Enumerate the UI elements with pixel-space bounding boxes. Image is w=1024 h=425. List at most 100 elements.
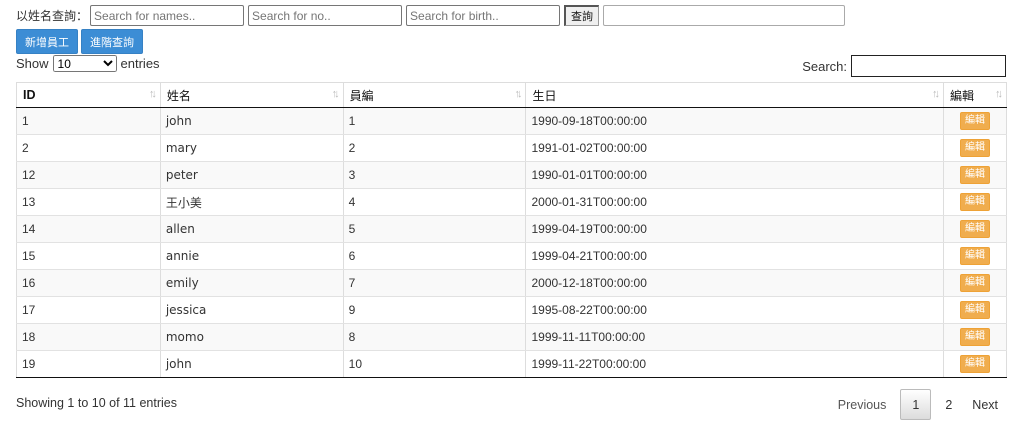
table-row: 1 john 1 1990-09-18T00:00:00 編輯 — [16, 107, 1007, 135]
cell-no: 3 — [343, 161, 527, 189]
sort-both-icon: ↑↓ — [932, 88, 940, 100]
edit-button[interactable]: 編輯 — [960, 139, 991, 157]
table-row: 16 emily 7 2000-12-18T00:00:00 編輯 — [16, 269, 1007, 297]
col-header-name[interactable]: 姓名 ↑↓ — [160, 82, 344, 108]
cell-name: momo — [160, 323, 344, 351]
cell-name: jessica — [160, 296, 344, 324]
pagination-page-1[interactable]: 1 — [900, 389, 932, 420]
cell-edit: 編輯 — [943, 134, 1007, 162]
edit-button[interactable]: 編輯 — [960, 193, 991, 211]
cell-no: 4 — [343, 188, 527, 216]
cell-id: 2 — [16, 134, 161, 162]
birth-search-input[interactable] — [406, 5, 561, 26]
action-bar: 新增員工 進階查詢 — [16, 29, 146, 54]
cell-id: 12 — [16, 161, 161, 189]
table-body: 1 john 1 1990-09-18T00:00:00 編輯 2 mary 2 1991-0… — [16, 107, 1007, 378]
col-header-birth[interactable]: 生日 ↑↓ — [525, 82, 945, 108]
table-row: 18 momo 8 1999-11-11T00:00:00 編輯 — [16, 323, 1007, 351]
cell-id: 16 — [16, 269, 161, 297]
cell-birth: 1991-01-02T00:00:00 — [525, 134, 945, 162]
sort-both-icon: ↑↓ — [148, 88, 157, 100]
cell-edit: 編輯 — [943, 350, 1007, 378]
table-search-input[interactable] — [851, 55, 1006, 77]
cell-name: john — [160, 350, 344, 378]
table-header-row: ID ↑↓ 姓名 ↑↓ 員編 ↑↓ 生日 ↑↓ 編輯 ↑↓ — [16, 82, 1007, 108]
cell-edit: 編輯 — [943, 296, 1007, 324]
table-row: 17 jessica 9 1995-08-22T00:00:00 編輯 — [16, 296, 1007, 324]
cell-no: 7 — [343, 269, 527, 297]
pagination-page-2[interactable]: 2 — [935, 389, 962, 420]
show-label: Show — [16, 56, 49, 71]
advanced-query-button[interactable]: 進階查詢 — [81, 29, 143, 54]
cell-id: 18 — [16, 323, 161, 351]
cell-birth: 1999-04-19T00:00:00 — [525, 215, 945, 243]
cell-name: emily — [160, 269, 344, 297]
cell-edit: 編輯 — [943, 161, 1007, 189]
sort-both-icon: ↑↓ — [331, 88, 340, 100]
cell-name: 王小美 — [160, 188, 344, 216]
cell-id: 19 — [16, 350, 161, 378]
cell-birth: 2000-12-18T00:00:00 — [525, 269, 945, 297]
edit-button[interactable]: 編輯 — [960, 220, 991, 238]
edit-button[interactable]: 編輯 — [960, 301, 991, 319]
cell-no: 6 — [343, 242, 527, 270]
cell-birth: 1999-04-21T00:00:00 — [525, 242, 945, 270]
employee-table: ID ↑↓ 姓名 ↑↓ 員編 ↑↓ 生日 ↑↓ 編輯 ↑↓ 1 john 1 1990-09-1… — [16, 82, 1007, 378]
col-header-id[interactable]: ID ↑↓ — [16, 82, 161, 108]
edit-button[interactable]: 編輯 — [960, 274, 991, 292]
col-header-no[interactable]: 員編 ↑↓ — [343, 82, 527, 108]
cell-no: 1 — [343, 107, 527, 135]
filter-bar: 以姓名查詢： 查詢 — [16, 5, 849, 26]
edit-button[interactable]: 編輯 — [960, 355, 991, 373]
cell-no: 9 — [343, 296, 527, 324]
pagination-next[interactable]: Next — [962, 389, 1008, 420]
cell-id: 13 — [16, 188, 161, 216]
pagination: Previous 1 2 Next — [828, 389, 1008, 420]
cell-edit: 編輯 — [943, 242, 1007, 270]
cell-name: peter — [160, 161, 344, 189]
name-search-input[interactable] — [90, 5, 245, 26]
edit-button[interactable]: 編輯 — [960, 328, 991, 346]
cell-id: 1 — [16, 107, 161, 135]
edit-button[interactable]: 編輯 — [960, 166, 991, 184]
table-row: 15 annie 6 1999-04-21T00:00:00 編輯 — [16, 242, 1007, 270]
table-row: 19 john 10 1999-11-22T00:00:00 編輯 — [16, 350, 1007, 378]
cell-no: 8 — [343, 323, 527, 351]
cell-edit: 編輯 — [943, 215, 1007, 243]
col-header-edit[interactable]: 編輯 ↑↓ — [943, 82, 1007, 108]
no-search-input[interactable] — [248, 5, 403, 26]
table-row: 2 mary 2 1991-01-02T00:00:00 編輯 — [16, 134, 1007, 162]
cell-edit: 編輯 — [943, 269, 1007, 297]
cell-birth: 1999-11-22T00:00:00 — [525, 350, 945, 378]
table-row: 13 王小美 4 2000-01-31T00:00:00 編輯 — [16, 188, 1007, 216]
page-length-select[interactable]: 10 — [52, 55, 117, 72]
table-info: Showing 1 to 10 of 11 entries — [16, 396, 177, 410]
cell-birth: 1995-08-22T00:00:00 — [525, 296, 945, 324]
length-control: Show 10 entries — [16, 55, 160, 72]
cell-birth: 1999-11-11T00:00:00 — [525, 323, 945, 351]
add-employee-button[interactable]: 新增員工 — [16, 29, 78, 54]
cell-id: 14 — [16, 215, 161, 243]
cell-name: annie — [160, 242, 344, 270]
filter-label: 以姓名查詢： — [16, 9, 89, 23]
table-row: 12 peter 3 1990-01-01T00:00:00 編輯 — [16, 161, 1007, 189]
cell-name: allen — [160, 215, 344, 243]
cell-id: 15 — [16, 242, 161, 270]
cell-no: 10 — [343, 350, 527, 378]
cell-name: mary — [160, 134, 344, 162]
result-field[interactable] — [603, 5, 846, 26]
edit-button[interactable]: 編輯 — [960, 247, 991, 265]
cell-birth: 1990-09-18T00:00:00 — [525, 107, 945, 135]
query-button[interactable]: 查詢 — [564, 5, 600, 26]
cell-edit: 編輯 — [943, 188, 1007, 216]
cell-edit: 編輯 — [943, 107, 1007, 135]
sort-both-icon: ↑↓ — [514, 88, 522, 100]
cell-name: john — [160, 107, 344, 135]
sort-both-icon: ↑↓ — [995, 88, 1003, 100]
entries-label: entries — [120, 56, 160, 71]
cell-no: 5 — [343, 215, 527, 243]
edit-button[interactable]: 編輯 — [960, 112, 991, 130]
cell-id: 17 — [16, 296, 161, 324]
table-search: Search: — [802, 55, 1006, 77]
pagination-previous[interactable]: Previous — [828, 389, 897, 420]
